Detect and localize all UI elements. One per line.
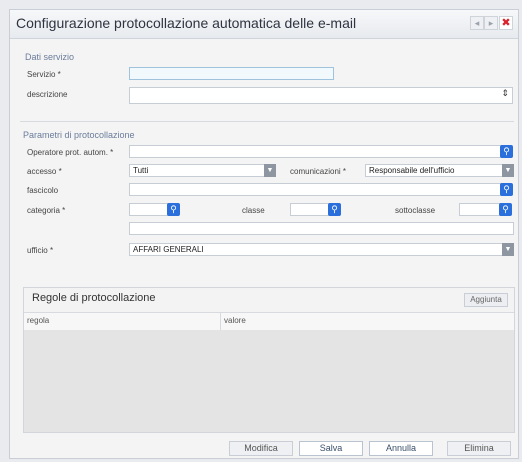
- descrizione-classificazione-field: [129, 222, 514, 235]
- comunicazioni-label: comunicazioni *: [290, 167, 347, 176]
- classe-input[interactable]: [290, 203, 330, 216]
- chevron-down-icon[interactable]: ▼: [264, 164, 276, 177]
- close-icon[interactable]: ✖: [499, 16, 513, 30]
- rules-table-header: regola valore: [24, 312, 514, 331]
- chevron-down-icon[interactable]: ▼: [502, 243, 514, 256]
- next-icon[interactable]: ▸: [484, 16, 498, 30]
- divider: [20, 121, 514, 122]
- chevron-down-icon[interactable]: ▼: [502, 164, 514, 177]
- fascicolo-label: fascicolo: [27, 186, 59, 195]
- add-rule-button[interactable]: Aggiunta: [464, 293, 508, 307]
- servizio-label: Servizio *: [27, 70, 61, 79]
- accesso-select[interactable]: Tutti: [129, 164, 275, 177]
- title-bar: Configurazione protocollazione automatic…: [10, 10, 518, 39]
- categoria-input[interactable]: [129, 203, 169, 216]
- descrizione-textarea[interactable]: ⇕: [129, 87, 513, 104]
- column-regola[interactable]: regola: [27, 316, 49, 325]
- comunicazioni-select[interactable]: Responsabile dell'ufficio: [365, 164, 514, 177]
- prev-icon[interactable]: ◂: [470, 16, 484, 30]
- search-icon[interactable]: ⚲: [500, 183, 513, 196]
- descrizione-label: descrizione: [27, 90, 68, 99]
- rules-table-body: [24, 330, 514, 432]
- column-valore[interactable]: valore: [224, 316, 246, 325]
- column-divider: [220, 313, 221, 330]
- ufficio-label: ufficio *: [27, 246, 54, 255]
- scroll-arrows-icon[interactable]: ⇕: [501, 88, 509, 99]
- fascicolo-input[interactable]: [129, 183, 503, 196]
- search-icon[interactable]: ⚲: [499, 203, 512, 216]
- salva-button[interactable]: Salva: [299, 441, 363, 456]
- servizio-input[interactable]: [129, 67, 334, 80]
- section-parametri: Parametri di protocollazione: [23, 130, 135, 140]
- categoria-label: categoria *: [27, 206, 66, 215]
- annulla-button[interactable]: Annulla: [369, 441, 433, 456]
- section-dati-servizio: Dati servizio: [25, 52, 75, 62]
- rules-panel: Regole di protocollazione Aggiunta regol…: [23, 287, 515, 433]
- window-title: Configurazione protocollazione automatic…: [16, 15, 357, 31]
- modifica-button[interactable]: Modifica: [229, 441, 293, 456]
- operatore-input[interactable]: [129, 145, 503, 158]
- rules-title: Regole di protocollazione: [32, 292, 156, 304]
- search-icon[interactable]: ⚲: [167, 203, 180, 216]
- search-icon[interactable]: ⚲: [500, 145, 513, 158]
- accesso-label: accesso *: [27, 167, 62, 176]
- sottoclasse-label: sottoclasse: [395, 206, 436, 215]
- elimina-button[interactable]: Elimina: [447, 441, 511, 456]
- classe-label: classe: [242, 206, 265, 215]
- ufficio-select[interactable]: AFFARI GENERALI: [129, 243, 514, 256]
- operatore-label: Operatore prot. autom. *: [27, 148, 114, 157]
- search-icon[interactable]: ⚲: [328, 203, 341, 216]
- sottoclasse-input[interactable]: [459, 203, 501, 216]
